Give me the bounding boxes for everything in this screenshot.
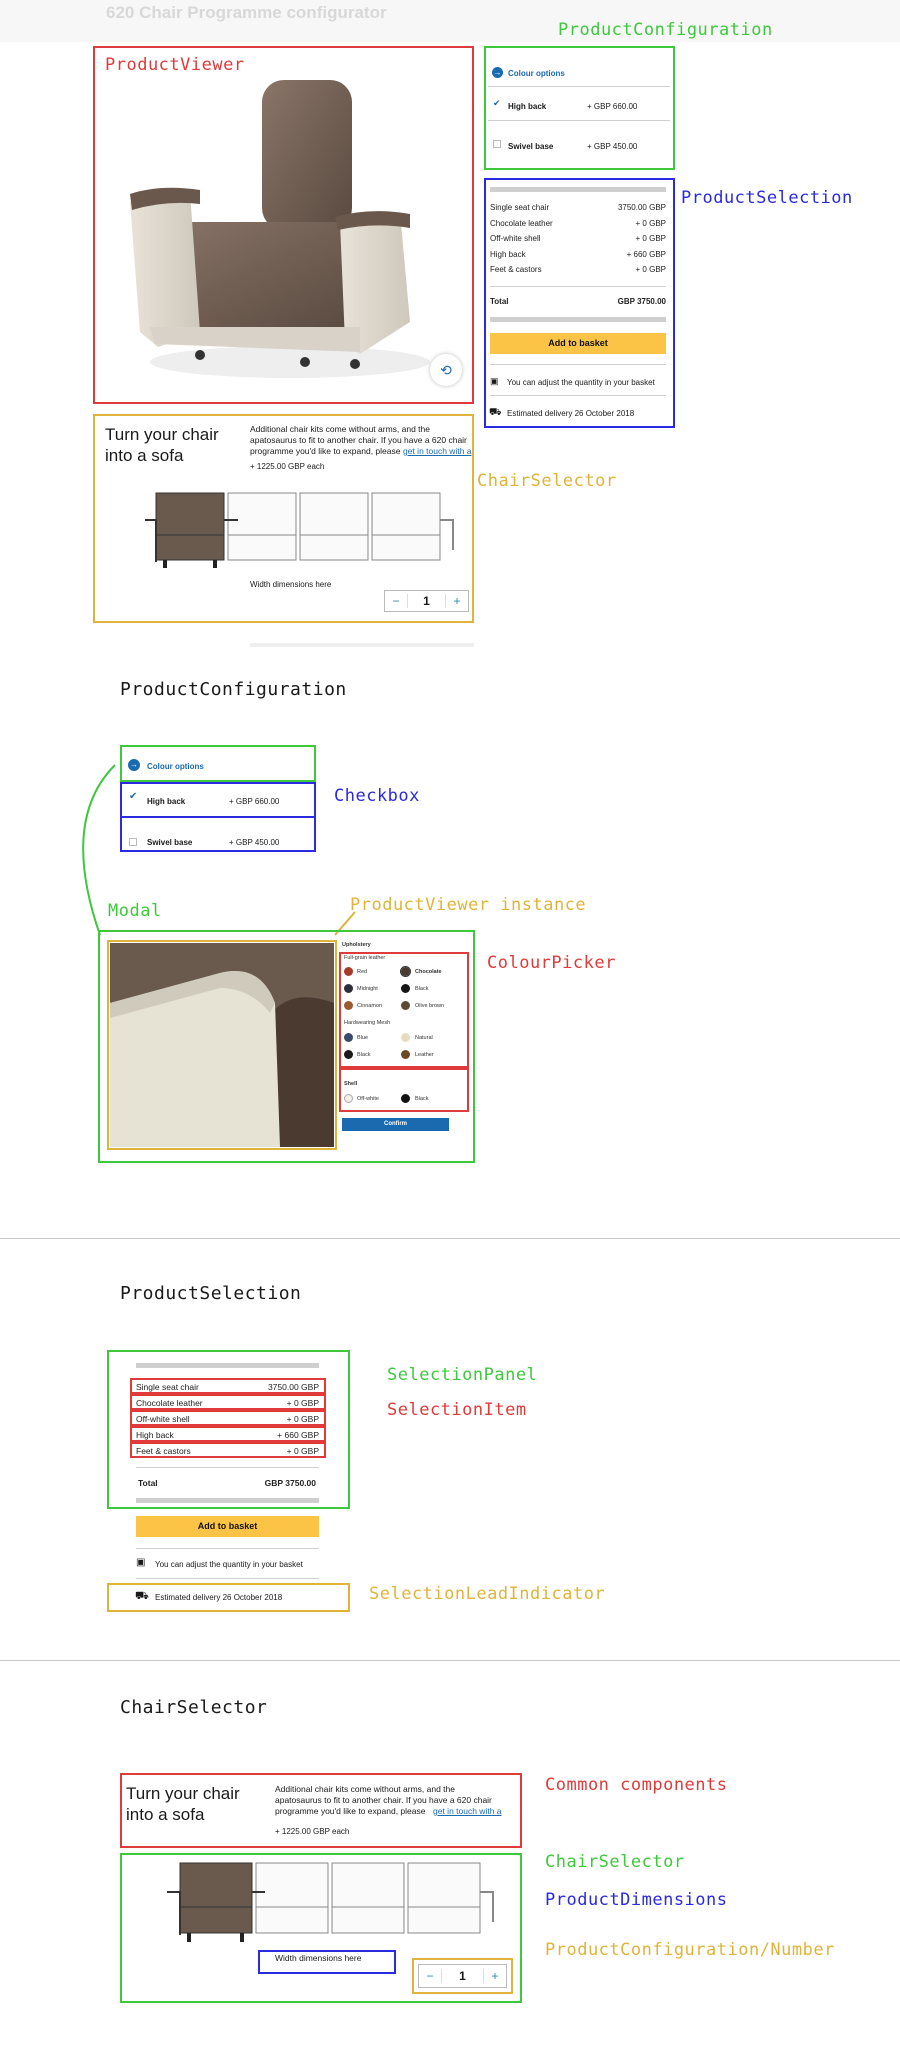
arrow-right-icon: → [492, 67, 503, 78]
label-product-configuration: ProductConfiguration [558, 20, 773, 40]
swatch-black-shell[interactable] [401, 1094, 410, 1103]
swatch-natural[interactable] [401, 1033, 410, 1042]
label-product-dimensions: ProductDimensions [545, 1890, 728, 1910]
selection-item: Chocolate leather + 0 GBP [136, 1398, 319, 1408]
checkmark-icon[interactable]: ✔ [493, 98, 501, 109]
add-to-basket-button[interactable]: Add to basket [136, 1516, 319, 1537]
quantity-value[interactable]: 1 [441, 1969, 484, 1983]
label-common-components: Common components [545, 1775, 728, 1795]
label-selection-lead-indicator: SelectionLeadIndicator [369, 1584, 606, 1604]
option-price: + GBP 450.00 [229, 838, 280, 847]
hardwearing-heading: Hardwearing Mesh [344, 1020, 391, 1026]
delivery-estimate: Estimated delivery 26 October 2018 [155, 1593, 283, 1602]
label-chair-selector: ChairSelector [477, 471, 617, 491]
selection-item: Feet & castors + 0 GBP [490, 265, 666, 274]
selection-total: Total GBP 3750.00 [490, 297, 666, 306]
selection-item: Chocolate leather + 0 GBP [490, 219, 666, 228]
quantity-note: You can adjust the quantity in your bask… [507, 378, 655, 387]
label-modal: Modal [108, 901, 162, 921]
option-label: Swivel base [147, 838, 193, 847]
quantity-note: You can adjust the quantity in your bask… [155, 1560, 303, 1569]
chair-kit-price: + 1225.00 GBP each [275, 1827, 350, 1836]
sofa-illustration [167, 1862, 494, 1942]
delivery-estimate: Estimated delivery 26 October 2018 [507, 409, 635, 418]
swatch-black-mesh[interactable] [344, 1050, 353, 1059]
chair-selector-heading: Turn your chair into a sofa [126, 1784, 240, 1824]
shell-picker-frame [339, 1068, 469, 1112]
selection-item: Single seat chair 3750.00 GBP [490, 203, 666, 212]
chair-detail-image [110, 943, 334, 1147]
swatch-red[interactable] [344, 967, 353, 976]
label-selection-panel: SelectionPanel [387, 1365, 538, 1385]
section-title-selection: ProductSelection [120, 1283, 302, 1304]
swatch-chocolate[interactable] [400, 966, 411, 977]
colour-options-link[interactable]: Colour options [508, 69, 565, 78]
option-label: High back [147, 797, 186, 806]
label-product-selection: ProductSelection [681, 188, 853, 208]
basket-icon: ▣ [490, 376, 499, 386]
full-grain-heading: Full-grain leather [344, 955, 386, 961]
label-product-viewer-instance: ProductViewer instance [350, 895, 587, 915]
swatch-olive-brown[interactable] [401, 1001, 410, 1010]
app-title: 620 Chair Programme configurator [106, 3, 387, 22]
selection-item: Feet & castors + 0 GBP [136, 1446, 319, 1456]
upholstery-heading: Upholstery [342, 942, 371, 948]
section-title-chair-selector: ChairSelector [120, 1697, 268, 1718]
option-price: + GBP 660.00 [229, 797, 280, 806]
chair-image [110, 72, 465, 392]
swatch-midnight[interactable] [344, 984, 353, 993]
checkmark-icon[interactable]: ✔ [129, 791, 137, 802]
quantity-value[interactable]: 1 [407, 594, 446, 608]
label-chair-selector-detail: ChairSelector [545, 1852, 685, 1872]
contact-link[interactable]: get in touch with a [403, 446, 472, 456]
swatch-black[interactable] [401, 984, 410, 993]
selection-total: Total GBP 3750.00 [138, 1478, 316, 1488]
minus-button[interactable]: − [419, 1969, 441, 1983]
truck-icon: ⛟ [489, 407, 502, 418]
option-price: + GBP 660.00 [587, 102, 638, 111]
quantity-stepper[interactable]: − 1 + [418, 1964, 507, 1988]
add-to-basket-button[interactable]: Add to basket [490, 333, 666, 354]
plus-button[interactable]: + [446, 594, 468, 608]
option-price: + GBP 450.00 [587, 142, 638, 151]
shell-heading: Shell [344, 1081, 358, 1087]
swatch-off-white[interactable] [344, 1094, 353, 1103]
product-dimensions: Width dimensions here [275, 1953, 362, 1963]
label-number: ProductConfiguration/Number [545, 1940, 835, 1960]
sofa-illustration [145, 492, 454, 568]
section-title-configuration: ProductConfiguration [120, 679, 347, 700]
chair-selector-heading: Turn your chair into a sofa [105, 425, 219, 465]
checkbox-empty[interactable] [493, 140, 501, 148]
label-selection-item: SelectionItem [387, 1400, 527, 1420]
selection-item: High back + 660 GBP [136, 1430, 319, 1440]
colour-options-link[interactable]: Colour options [147, 762, 204, 771]
minus-button[interactable]: − [385, 594, 407, 608]
product-dimensions: Width dimensions here [250, 580, 332, 589]
plus-button[interactable]: + [484, 1969, 506, 1983]
basket-icon: ▣ [136, 1557, 146, 1568]
swatch-cinnamon[interactable] [344, 1001, 353, 1010]
label-checkbox: Checkbox [334, 786, 420, 806]
checkbox-empty[interactable] [129, 838, 137, 846]
swatch-leather[interactable] [401, 1050, 410, 1059]
selection-item: Single seat chair 3750.00 GBP [136, 1382, 319, 1392]
option-label: Swivel base [508, 142, 554, 151]
selection-item: Off-white shell + 0 GBP [136, 1414, 319, 1424]
selection-item: High back + 660 GBP [490, 250, 666, 259]
truck-icon: ⛟ [135, 1590, 149, 1602]
contact-link[interactable]: get in touch with a [433, 1806, 502, 1816]
option-label: High back [508, 102, 547, 111]
selection-item: Off-white shell + 0 GBP [490, 234, 666, 243]
quantity-stepper[interactable]: − 1 + [384, 590, 469, 612]
rotate-360-icon[interactable]: ⟲ [430, 354, 462, 386]
confirm-button[interactable]: Confirm [342, 1118, 449, 1131]
label-colour-picker: ColourPicker [487, 953, 616, 973]
swatch-blue[interactable] [344, 1033, 353, 1042]
chair-kit-price: + 1225.00 GBP each [250, 462, 325, 471]
